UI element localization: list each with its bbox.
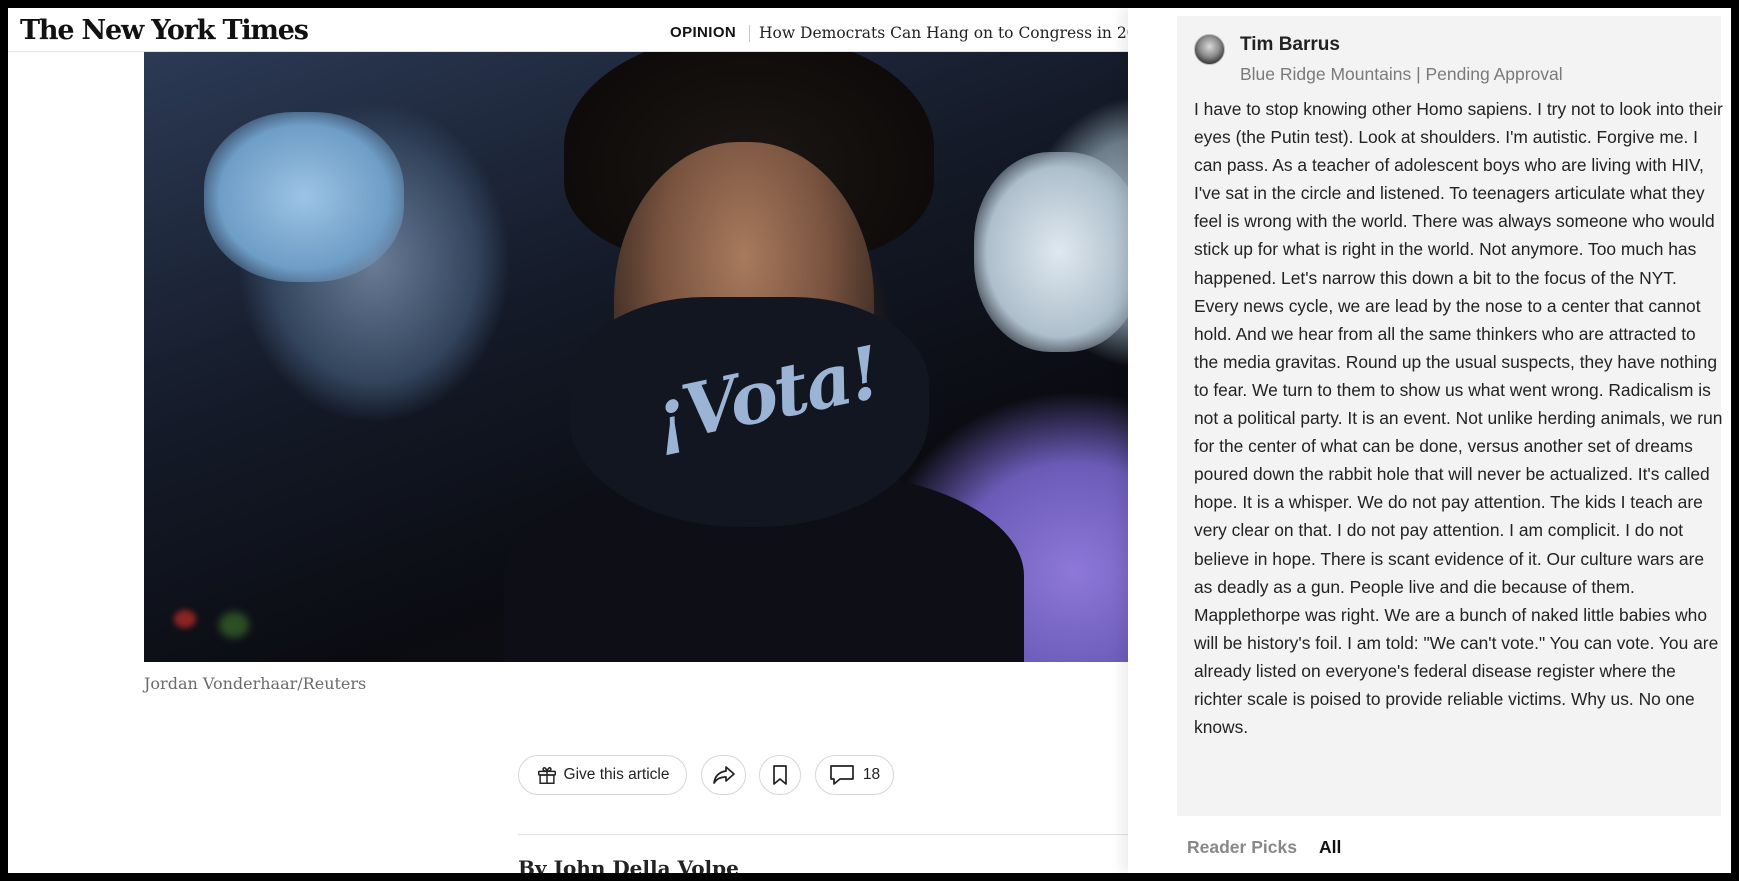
commenter-name: Tim Barrus bbox=[1240, 34, 1340, 55]
give-article-label: Give this article bbox=[563, 766, 670, 783]
photo-person-right bbox=[974, 152, 1137, 352]
commenter-avatar bbox=[1194, 34, 1225, 65]
tab-all[interactable]: All bbox=[1319, 837, 1341, 858]
nyt-logo[interactable]: The New York Times bbox=[20, 11, 309, 51]
gift-icon bbox=[536, 764, 558, 786]
share-icon bbox=[712, 764, 736, 786]
comment-icon bbox=[829, 764, 855, 786]
photo-person-left bbox=[204, 112, 404, 282]
header-divider bbox=[749, 25, 750, 42]
comment-text: I have to stop knowing other Homo sapien… bbox=[1194, 99, 1723, 738]
photo-light-red bbox=[174, 610, 196, 628]
article-photo: ¡Vota! bbox=[144, 52, 1137, 662]
comment-count: 18 bbox=[862, 766, 881, 783]
save-button[interactable] bbox=[759, 755, 801, 795]
photo-caption: Jordan Vonderhaar/Reuters bbox=[144, 674, 367, 693]
tab-reader-picks[interactable]: Reader Picks bbox=[1187, 837, 1297, 858]
share-button[interactable] bbox=[701, 755, 746, 795]
comments-button[interactable]: 18 bbox=[815, 755, 894, 795]
give-article-button[interactable]: Give this article bbox=[518, 755, 687, 795]
article-byline: By John Della Volpe bbox=[518, 856, 739, 873]
photo-light-green bbox=[219, 612, 249, 638]
comments-panel: Tim Barrus Blue Ridge Mountains | Pendin… bbox=[1128, 8, 1731, 873]
header-headline: How Democrats Can Hang on to Congress in… bbox=[759, 24, 1157, 42]
bookmark-icon bbox=[772, 764, 788, 786]
browser-viewport: The New York Times OPINION How Democrats… bbox=[8, 8, 1731, 873]
byline-divider bbox=[518, 834, 1128, 835]
commenter-meta: Blue Ridge Mountains | Pending Approval bbox=[1240, 64, 1563, 84]
section-label[interactable]: OPINION bbox=[670, 16, 736, 50]
